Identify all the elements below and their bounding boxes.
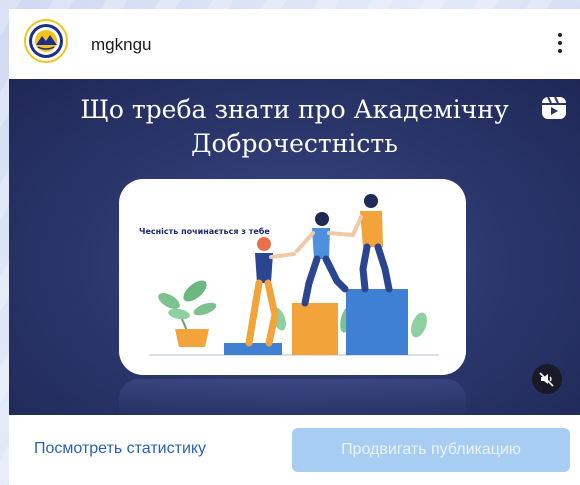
post-card: mgkngu Що треба знати про Академічну Доб…: [9, 9, 580, 485]
post-actions: Посмотреть статистику Продвигать публика…: [9, 415, 580, 485]
person-left: [245, 237, 296, 347]
step-high: [346, 289, 408, 355]
slide-image: Чесність починається з тебе: [119, 179, 466, 375]
reels-icon: [542, 96, 566, 119]
person-middle: [295, 212, 355, 307]
more-options-icon[interactable]: [548, 27, 572, 59]
media-title-line-2: Доброчестність: [191, 129, 398, 158]
promote-post-button[interactable]: Продвигать публикацию: [292, 428, 570, 472]
post-header: mgkngu: [9, 9, 580, 79]
plant-illustration: [158, 280, 217, 347]
step-middle: [292, 303, 338, 355]
teamwork-illustration: [149, 194, 439, 356]
mute-button[interactable]: [532, 364, 562, 394]
view-stats-link[interactable]: Посмотреть статистику: [34, 440, 206, 458]
post-username[interactable]: mgkngu: [91, 35, 151, 55]
media-title: Що треба знати про Академічну Доброчестн…: [9, 93, 580, 161]
slide-reflection: [119, 379, 466, 415]
person-right: [351, 194, 393, 293]
post-media[interactable]: Що треба знати про Академічну Доброчестн…: [9, 79, 580, 415]
avatar[interactable]: [24, 19, 68, 63]
media-title-line-1: Що треба знати про Академічну: [80, 95, 509, 124]
slide-caption: Чесність починається з тебе: [139, 227, 270, 236]
step-low: [224, 343, 282, 355]
muted-speaker-icon: [539, 372, 554, 387]
